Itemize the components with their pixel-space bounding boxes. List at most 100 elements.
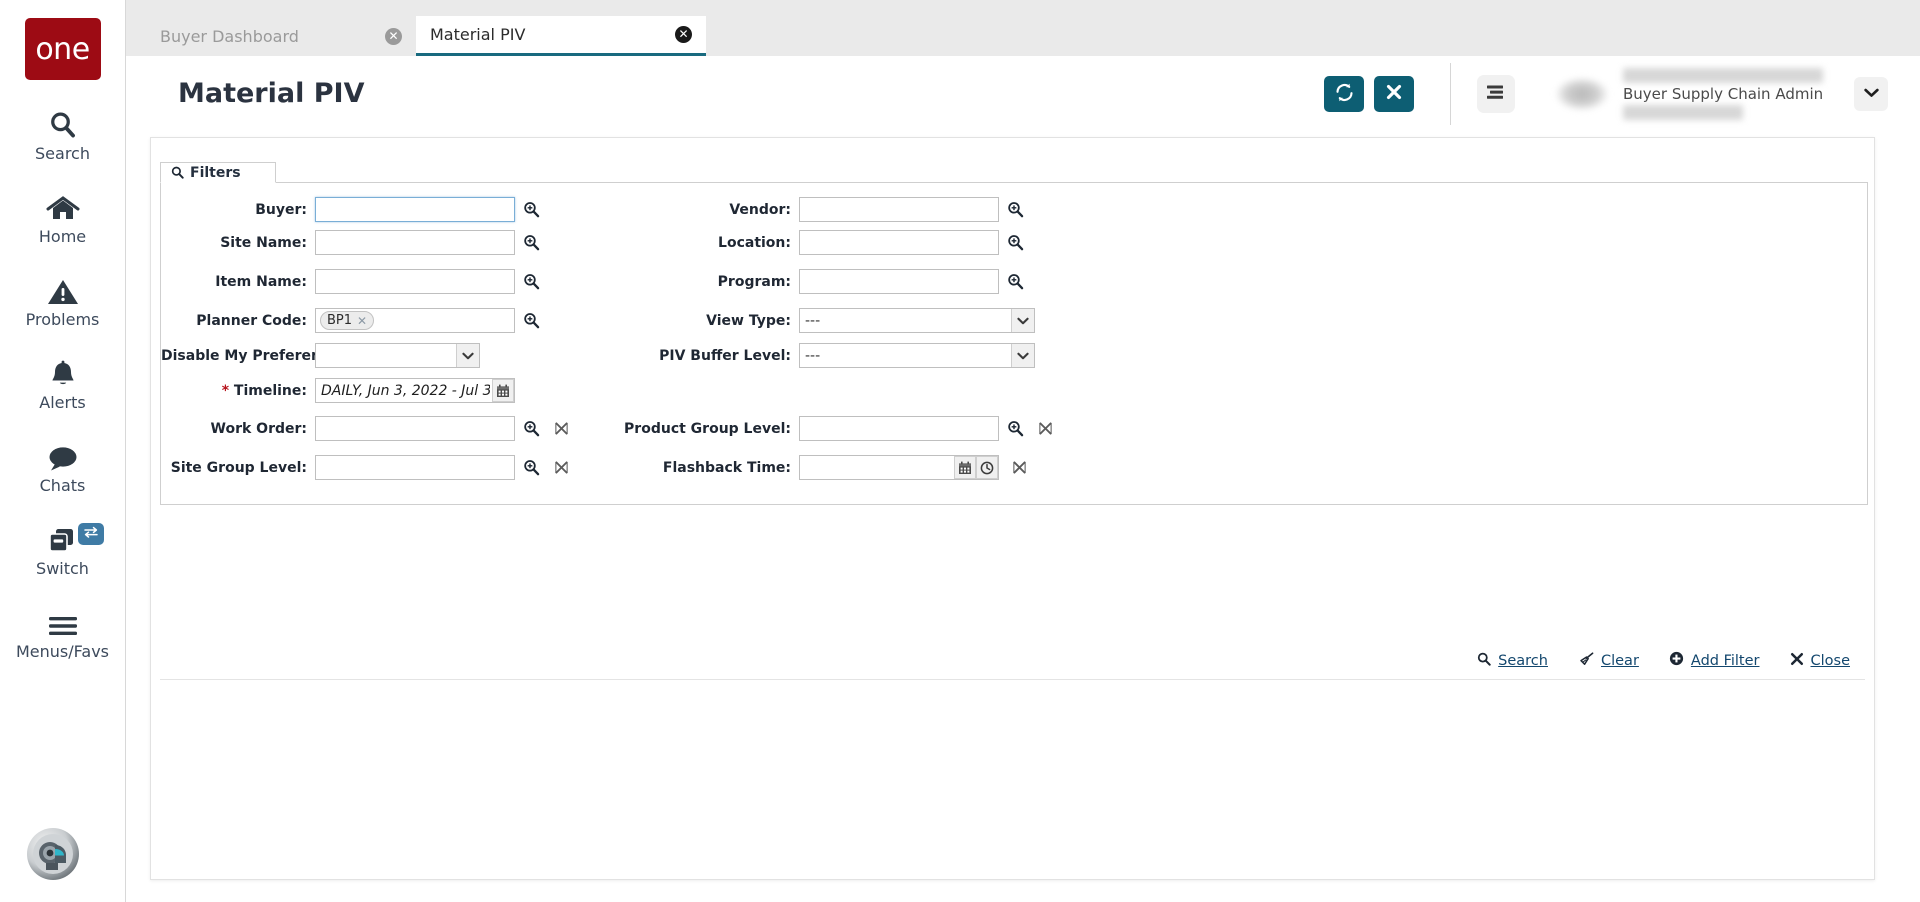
filter-row-flashback-time: Flashback Time: <box>601 455 1081 480</box>
sidebar-item-home[interactable]: Home <box>0 189 126 246</box>
search-button[interactable]: Search <box>1477 652 1548 671</box>
calendar-icon[interactable] <box>954 456 976 479</box>
add-filter-label: Add Filter <box>1691 653 1760 669</box>
clear-button[interactable]: Clear <box>1578 652 1639 671</box>
filter-label: * Timeline: <box>161 383 307 399</box>
filter-label: Planner Code: <box>161 313 307 329</box>
sidebar-item-chats[interactable]: Chats <box>0 438 126 495</box>
sidebar-item-menus-favs[interactable]: Menus/Favs <box>0 604 126 661</box>
filter-row-item-name: Item Name: <box>161 269 631 294</box>
filter-row-location: Location: <box>641 230 1061 255</box>
product-group-level-input[interactable] <box>799 416 999 441</box>
left-sidebar: one Search Home Problems Alerts Chats <box>0 0 126 902</box>
filter-label: PIV Buffer Level: <box>641 348 791 364</box>
chevron-down-icon <box>1011 309 1034 332</box>
site-name-input[interactable] <box>315 230 515 255</box>
remove-filter-icon[interactable] <box>554 421 569 436</box>
filter-label: Vendor: <box>641 202 791 218</box>
search-icon <box>1477 652 1491 671</box>
warning-triangle-icon <box>47 272 79 306</box>
search-label: Search <box>1498 653 1548 669</box>
user-role: Buyer Supply Chain Admin <box>1623 86 1828 103</box>
refresh-button[interactable] <box>1324 76 1364 112</box>
clock-icon[interactable] <box>976 456 998 479</box>
magnifier-plus-icon[interactable] <box>523 201 540 218</box>
user-profile[interactable]: Buyer Supply Chain Admin <box>1555 68 1828 120</box>
sidebar-item-problems[interactable]: Problems <box>0 272 126 329</box>
filter-row-view-type: View Type: --- <box>641 308 1061 333</box>
close-page-button[interactable] <box>1374 76 1414 112</box>
actions-divider <box>160 679 1865 680</box>
filter-label: View Type: <box>641 313 791 329</box>
avatar <box>1555 77 1609 111</box>
sidebar-item-switch[interactable]: Switch <box>0 521 126 578</box>
close-x-icon <box>1385 83 1403 104</box>
switch-badge-button[interactable] <box>78 523 104 545</box>
tab-material-piv[interactable]: Material PIV ✕ <box>416 16 706 56</box>
bell-icon <box>48 355 78 389</box>
item-name-input[interactable] <box>315 269 515 294</box>
remove-filter-icon[interactable] <box>1038 421 1053 436</box>
chat-bubble-icon <box>46 438 80 472</box>
page-title: Material PIV <box>178 78 364 109</box>
disable-my-preferences-select[interactable] <box>315 343 480 368</box>
hamburger-icon <box>47 604 79 638</box>
one-logo[interactable]: one <box>25 18 101 80</box>
tab-buyer-dashboard[interactable]: Buyer Dashboard ✕ <box>146 16 416 56</box>
filter-label: Program: <box>641 274 791 290</box>
magnifier-plus-icon[interactable] <box>523 420 540 437</box>
filter-row-planner-code: Planner Code: BP1 ✕ <box>161 308 631 333</box>
ai-assistant-avatar-icon[interactable] <box>27 828 79 880</box>
magnifier-plus-icon[interactable] <box>1007 420 1024 437</box>
tab-label: Material PIV <box>430 25 675 44</box>
sidebar-item-search[interactable]: Search <box>0 106 126 163</box>
magnifier-plus-icon[interactable] <box>1007 273 1024 290</box>
piv-buffer-level-select[interactable]: --- <box>799 343 1035 368</box>
filter-row-vendor: Vendor: <box>641 197 1061 222</box>
close-circle-icon[interactable]: ✕ <box>385 28 402 45</box>
timeline-input[interactable] <box>315 378 515 403</box>
list-menu-button[interactable] <box>1477 75 1515 113</box>
magnifier-plus-icon[interactable] <box>523 273 540 290</box>
buyer-input[interactable] <box>315 197 515 222</box>
home-icon <box>46 189 80 223</box>
view-type-select[interactable]: --- <box>799 308 1035 333</box>
magnifier-plus-icon[interactable] <box>1007 201 1024 218</box>
chip-label: BP1 <box>327 313 352 328</box>
chip[interactable]: BP1 ✕ <box>320 311 374 330</box>
close-circle-icon[interactable]: ✕ <box>675 26 692 43</box>
sidebar-item-label: Problems <box>26 310 100 329</box>
remove-filter-icon[interactable] <box>554 460 569 475</box>
filter-label: Site Group Level: <box>161 460 307 476</box>
filter-actions: Search Clear Add Filter Close <box>1477 651 1850 671</box>
search-icon <box>48 106 78 140</box>
magnifier-plus-icon[interactable] <box>523 234 540 251</box>
search-icon <box>171 166 184 179</box>
filter-label-text: Timeline: <box>234 383 307 399</box>
calendar-icon[interactable] <box>492 379 514 402</box>
filter-row-timeline: * Timeline: <box>161 378 631 403</box>
planner-code-input[interactable]: BP1 ✕ <box>315 308 515 333</box>
filters-panel: Buyer: Site Name: Item Name: Planner Cod… <box>160 183 1868 505</box>
sidebar-item-alerts[interactable]: Alerts <box>0 355 126 412</box>
browser-tab-strip: Buyer Dashboard ✕ Material PIV ✕ <box>126 0 1920 56</box>
chip-remove-icon[interactable]: ✕ <box>357 314 367 328</box>
filter-label: Disable My Preferences: <box>161 348 307 364</box>
magnifier-plus-icon[interactable] <box>1007 234 1024 251</box>
close-filters-button[interactable]: Close <box>1790 652 1851 671</box>
site-group-level-input[interactable] <box>315 455 515 480</box>
location-input[interactable] <box>799 230 999 255</box>
vendor-input[interactable] <box>799 197 999 222</box>
magnifier-plus-icon[interactable] <box>523 459 540 476</box>
program-input[interactable] <box>799 269 999 294</box>
work-order-input[interactable] <box>315 416 515 441</box>
tab-filters[interactable]: Filters <box>160 162 276 183</box>
filter-label: Buyer: <box>161 202 307 218</box>
remove-filter-icon[interactable] <box>1012 460 1027 475</box>
add-filter-button[interactable]: Add Filter <box>1669 651 1760 671</box>
filter-row-program: Program: <box>641 269 1061 294</box>
user-menu-button[interactable] <box>1854 77 1888 111</box>
filter-label: Flashback Time: <box>601 460 791 476</box>
header-actions: Buyer Supply Chain Admin <box>1314 56 1920 131</box>
magnifier-plus-icon[interactable] <box>523 312 540 329</box>
